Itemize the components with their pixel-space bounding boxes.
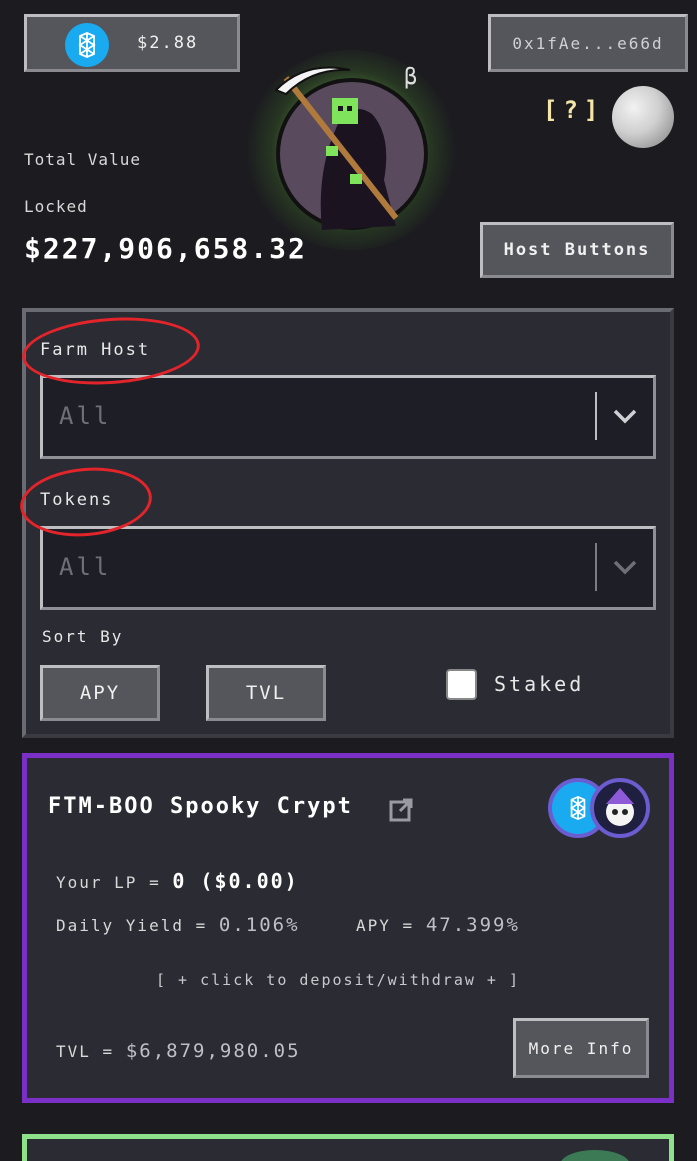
vault-tvl-value: $6,879,980.05 <box>125 1040 301 1062</box>
sort-by-label: Sort By <box>42 627 124 646</box>
moon-theme-toggle-icon[interactable] <box>612 86 674 148</box>
external-link-icon[interactable] <box>388 797 414 823</box>
token-pair-icons <box>548 778 652 840</box>
deposit-withdraw-link[interactable]: [ + click to deposit/withdraw + ] <box>156 971 520 989</box>
sort-tvl-button[interactable]: TVL <box>206 665 326 721</box>
daily-yield-stat: Daily Yield = 0.106% <box>56 914 300 936</box>
select-divider <box>595 392 597 440</box>
boo-token-icon <box>590 778 650 838</box>
help-link[interactable]: [?] <box>543 96 604 124</box>
wallet-address-button[interactable]: 0x1fAe...e66d <box>488 14 688 72</box>
vault-tvl-label: TVL = <box>56 1042 115 1061</box>
chevron-down-icon[interactable] <box>611 553 639 581</box>
your-lp-label: Your LP = <box>56 873 161 892</box>
staked-label: Staked <box>494 672 585 696</box>
tvl-label: Total Value <box>24 150 141 169</box>
ftm-price-button[interactable]: $2.88 <box>24 14 240 72</box>
tokens-select[interactable]: All <box>40 526 656 610</box>
your-lp-value: 0 ($0.00) <box>172 869 299 893</box>
host-buttons-button[interactable]: Host Buttons <box>480 222 674 278</box>
apy-stat: APY = 47.399% <box>356 914 520 936</box>
sort-apy-button[interactable]: APY <box>40 665 160 721</box>
reaper-logo: β <box>246 50 456 250</box>
vault-name[interactable]: FTM-BOO Spooky Crypt <box>48 794 353 819</box>
staked-checkbox[interactable] <box>446 669 477 700</box>
svg-text:β: β <box>404 65 417 90</box>
more-info-button[interactable]: More Info <box>513 1018 649 1078</box>
select-divider <box>595 543 597 591</box>
daily-yield-label: Daily Yield = <box>56 916 208 935</box>
chevron-down-icon[interactable] <box>611 402 639 430</box>
apy-value: 47.399% <box>425 914 520 936</box>
fantom-icon <box>65 23 109 67</box>
daily-yield-value: 0.106% <box>218 914 300 936</box>
apy-label: APY = <box>356 916 415 935</box>
farm-host-value: All <box>59 402 112 430</box>
farm-host-select[interactable]: All <box>40 375 656 459</box>
your-lp-stat: Your LP = 0 ($0.00) <box>56 869 299 893</box>
total-value-locked: $227,906,658.32 <box>24 232 307 265</box>
tokens-value: All <box>59 553 112 581</box>
ftm-price: $2.88 <box>137 33 199 53</box>
vault-tvl-stat: TVL = $6,879,980.05 <box>56 1040 301 1062</box>
tvl-label-line2: Locked <box>24 197 88 216</box>
